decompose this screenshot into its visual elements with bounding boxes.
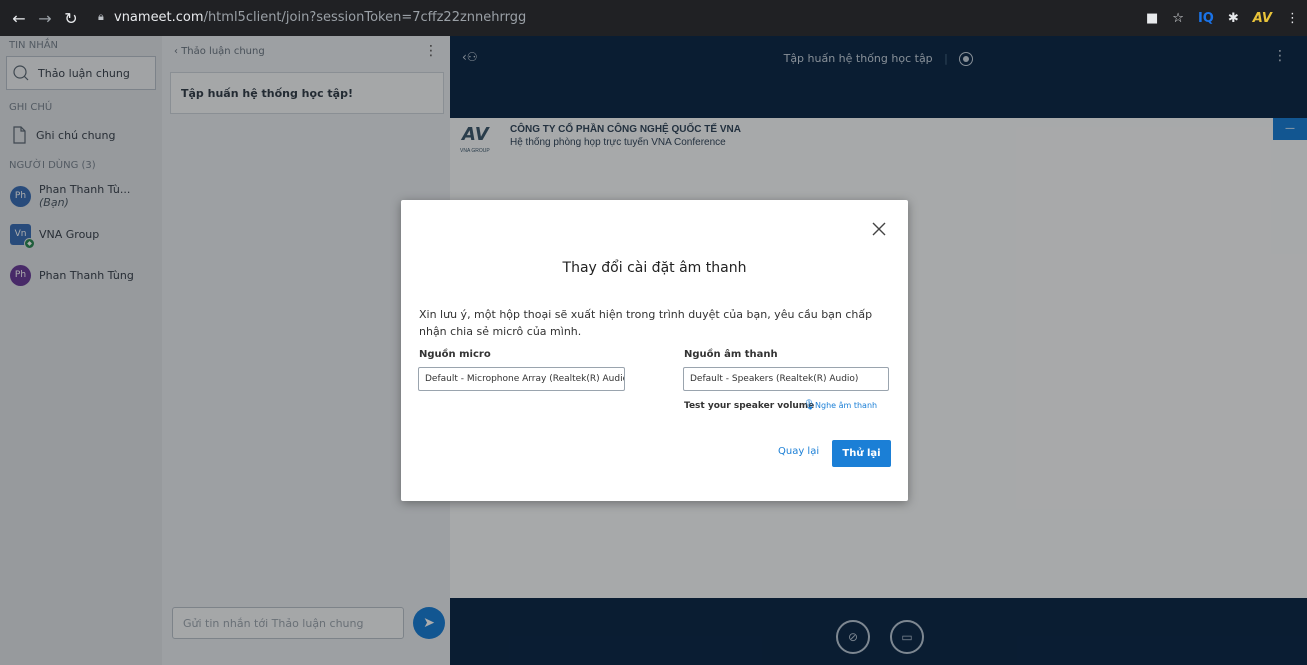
mic-source-select[interactable]: Default - Microphone Array (Realtek(R) A… (418, 367, 625, 391)
browser-extensions: ■ ☆ IQ ✱ AV ⋮ (1146, 0, 1299, 36)
browser-toolbar: ← → ↻ 🔒︎ vnameet.com/html5client/join?se… (0, 0, 1307, 36)
test-speaker-label: Test your speaker volume (684, 401, 815, 411)
back-arrow-icon[interactable]: ← (6, 9, 32, 28)
lock-icon: 🔒︎ (98, 10, 104, 23)
browser-menu-icon[interactable]: ⋮ (1286, 11, 1299, 26)
mic-source-label: Nguồn micro (419, 349, 491, 360)
address-bar[interactable]: 🔒︎ vnameet.com/html5client/join?sessionT… (98, 5, 1158, 29)
speaker-source-label: Nguồn âm thanh (684, 349, 778, 360)
forward-arrow-icon[interactable]: → (32, 9, 58, 28)
url-path: /html5client/join?sessionToken=7cffz22zn… (203, 9, 527, 25)
microphone-icon: 🎙︎ (803, 400, 816, 411)
extensions-puzzle-icon[interactable]: ✱ (1228, 11, 1239, 26)
vna-extension-icon[interactable]: AV (1253, 11, 1272, 26)
audio-settings-dialog: Thay đổi cài đặt âm thanh Xin lưu ý, một… (401, 200, 908, 501)
retry-button[interactable]: Thử lại (832, 440, 891, 467)
speaker-source-select[interactable]: Default - Speakers (Realtek(R) Audio) (683, 367, 889, 391)
iq-extension-icon[interactable]: IQ (1198, 11, 1214, 26)
url-host: vnameet.com (114, 9, 204, 25)
camera-icon[interactable]: ■ (1146, 11, 1158, 26)
dialog-description: Xin lưu ý, một hộp thoại sẽ xuất hiện tr… (419, 308, 873, 338)
reload-icon[interactable]: ↻ (58, 9, 84, 28)
play-sound-link[interactable]: Nghe âm thanh (815, 401, 877, 410)
close-icon[interactable] (866, 216, 892, 242)
dialog-title: Thay đổi cài đặt âm thanh (562, 260, 747, 276)
bookmark-star-icon[interactable]: ☆ (1172, 11, 1184, 26)
back-button[interactable]: Quay lại (778, 446, 819, 457)
